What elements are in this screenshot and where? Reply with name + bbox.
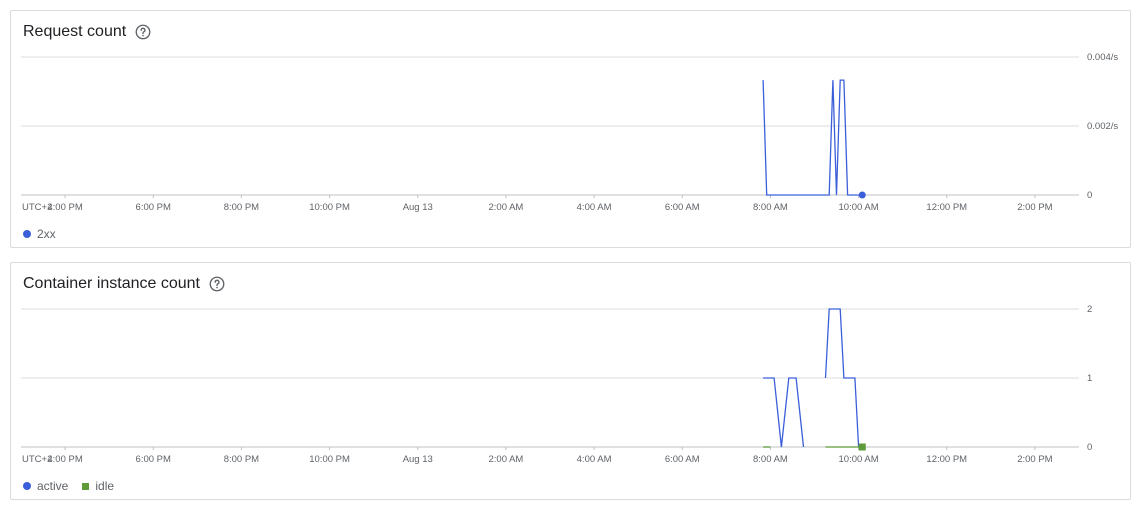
x-tick-label: 10:00 PM [309, 202, 350, 213]
y-tick-label: 0 [1087, 190, 1092, 201]
x-tick-label: 4:00 PM [47, 454, 82, 465]
x-tick-label: 6:00 PM [136, 202, 171, 213]
y-tick-label: 0 [1087, 442, 1092, 453]
series-line-2xx [762, 79, 863, 196]
x-tick-label: 2:00 AM [488, 454, 523, 465]
legend-label-active: active [37, 479, 69, 493]
container-instance-legend: active idle [23, 479, 114, 493]
series-marker-idle [858, 443, 866, 451]
x-tick-label: 12:00 PM [926, 202, 967, 213]
x-tick-label: 4:00 AM [577, 202, 612, 213]
legend-item-2xx[interactable]: 2xx [23, 227, 56, 241]
x-tick-label: 6:00 AM [665, 202, 700, 213]
x-tick-label: 6:00 PM [136, 454, 171, 465]
x-tick-label: 8:00 PM [224, 202, 259, 213]
x-tick-label: 8:00 AM [753, 454, 788, 465]
series-line-active [763, 377, 805, 448]
legend-swatch-2xx [23, 230, 31, 238]
request-count-legend: 2xx [23, 227, 56, 241]
legend-label-idle: idle [95, 479, 115, 493]
x-tick-label: 10:00 AM [839, 454, 879, 465]
x-tick-label: 2:00 PM [1017, 202, 1052, 213]
x-tick-label: 4:00 PM [47, 202, 82, 213]
series-marker-2xx [858, 191, 866, 199]
container-instance-count-chart: 012UTC+24:00 PM 6:00 PM 8:00 PM 10:00 PM Aug… [21, 304, 1092, 465]
container-instance-count-card: Container instance count 0 1 2 UTC+2 4:00 PM… [10, 262, 1131, 500]
x-tick-label: Aug 13 [403, 202, 433, 213]
x-tick-label: Aug 13 [403, 454, 433, 465]
request-count-card: Request count 0 0.002/s 0.004/s UTC+2 4:00 P… [10, 10, 1131, 248]
y-tick-label: 0.004/s [1087, 52, 1118, 63]
legend-item-idle[interactable]: idle [82, 479, 114, 493]
x-tick-label: 6:00 AM [665, 454, 700, 465]
x-tick-label: 2:00 AM [488, 202, 523, 213]
legend-item-active[interactable]: active [23, 479, 68, 493]
x-tick-label: 8:00 AM [753, 202, 788, 213]
legend-swatch-active [23, 482, 31, 490]
y-tick-label: 2 [1087, 304, 1092, 315]
y-tick-label: 0.002/s [1087, 121, 1118, 132]
x-tick-label: 4:00 AM [577, 454, 612, 465]
x-tick-label: 8:00 PM [224, 454, 259, 465]
legend-swatch-idle [82, 482, 90, 490]
x-tick-label: 12:00 PM [926, 454, 967, 465]
request-count-chart: 00.002/s0.004/sUTC+24:00 PM 6:00 PM 8:00 P… [21, 52, 1118, 213]
x-tick-label: 10:00 PM [309, 454, 350, 465]
x-tick-label: 2:00 PM [1017, 454, 1052, 465]
x-tick-label: 10:00 AM [839, 202, 879, 213]
legend-label-2xx: 2xx [37, 227, 56, 241]
y-tick-label: 1 [1087, 373, 1092, 384]
